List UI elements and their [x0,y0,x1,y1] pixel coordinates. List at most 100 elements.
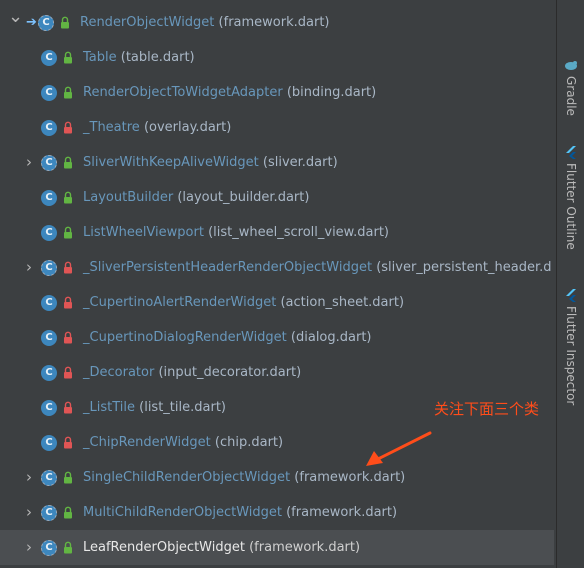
chevron-right-icon[interactable]: › [22,469,36,485]
class-name: SingleChildRenderObjectWidget [83,470,291,485]
class-name: Table [83,50,117,65]
chevron-right-icon[interactable]: › [22,504,36,520]
class-icon: C [41,400,57,416]
chevron-right-icon[interactable]: › [22,539,36,555]
file-name: (list_wheel_scroll_view.dart) [208,225,389,240]
class-name: _Decorator [83,365,155,380]
tree-row-label: _Decorator (input_decorator.dart) [83,364,301,381]
public-lock-icon [63,156,73,169]
right-tool-window-bar: Gradle Flutter Outline Flutter Inspector [556,0,584,568]
file-name: (overlay.dart) [143,120,232,135]
tree-row[interactable]: › C SliverWithKeepAliveWidget (sliver.dart… [0,145,554,180]
file-name: (framework.dart) [286,505,398,520]
flutter-outline-tab-label: Flutter Outline [564,163,578,250]
file-name: (framework.dart) [249,540,361,555]
flutter-outline-tab[interactable]: Flutter Outline [561,145,581,250]
chevron-right-icon[interactable]: › [22,259,36,275]
tree-row[interactable]: C _Theatre (overlay.dart) [0,110,554,145]
tree-row[interactable]: C LayoutBuilder (layout_builder.dart) [0,180,554,215]
class-name: _SliverPersistentHeaderRenderObjectWidge… [83,260,373,275]
public-lock-icon [63,541,73,554]
file-name: (sliver_persistent_header.d [376,260,552,275]
class-name: _ListTile [83,400,135,415]
tree-row[interactable]: C _CupertinoDialogRenderWidget (dialog.da… [0,320,554,355]
tree-row-label: _CupertinoAlertRenderWidget (action_shee… [83,294,404,311]
private-lock-icon [63,296,73,309]
public-lock-icon [63,471,73,484]
class-icon: C [41,190,57,206]
tree-row[interactable]: C RenderObjectToWidgetAdapter (binding.da… [0,75,554,110]
private-lock-icon [63,331,73,344]
tree-row-label: RenderObjectToWidgetAdapter (binding.dar… [83,84,376,101]
tree-row-label: LeafRenderObjectWidget (framework.dart) [83,539,360,556]
class-name: SliverWithKeepAliveWidget [83,155,259,170]
gradle-tab[interactable]: Gradle [561,58,581,116]
file-name: (layout_builder.dart) [177,190,310,205]
class-icon: C [41,225,57,241]
class-name: _CupertinoAlertRenderWidget [83,295,277,310]
tree-row[interactable]: C ListWheelViewport (list_wheel_scroll_vi… [0,215,554,250]
tree-row-label: _SliverPersistentHeaderRenderObjectWidge… [83,259,551,276]
tree-row[interactable]: › C SingleChildRenderObjectWidget (framewo… [0,460,554,495]
class-icon: C [41,50,57,66]
type-hierarchy-tree: ⌄ ➔ C RenderObjectWidget (framework.dart) C T… [0,5,554,565]
tree-row[interactable]: C _Decorator (input_decorator.dart) [0,355,554,390]
class-icon: C [41,295,57,311]
class-icon: C [41,540,57,556]
tree-row[interactable]: › C MultiChildRenderObjectWidget (framewor… [0,495,554,530]
tree-row-label: ListWheelViewport (list_wheel_scroll_vie… [83,224,389,241]
class-icon: C [38,15,54,31]
flutter-inspector-tab[interactable]: Flutter Inspector [561,288,581,405]
tree-row-label: Table (table.dart) [83,49,195,66]
tree-row[interactable]: C _ChipRenderWidget (chip.dart) [0,425,554,460]
class-icon: C [41,435,57,451]
class-name: LeafRenderObjectWidget [83,540,245,555]
tree-row[interactable]: ⌄ ➔ C RenderObjectWidget (framework.dart) [0,5,554,40]
class-name: _ChipRenderWidget [83,435,211,450]
tree-row[interactable]: › C LeafRenderObjectWidget (framework.dart… [0,530,554,565]
file-name: (input_decorator.dart) [158,365,302,380]
class-icon: C [41,470,57,486]
gradle-tab-label: Gradle [564,76,578,116]
file-name: (sliver.dart) [262,155,338,170]
flutter-inspector-tab-label: Flutter Inspector [564,306,578,406]
private-lock-icon [63,401,73,414]
tree-row[interactable]: › C _SliverPersistentHeaderRenderObjectWid… [0,250,554,285]
class-name: LayoutBuilder [83,190,174,205]
chevron-right-icon[interactable]: › [22,154,36,170]
class-icon: C [41,85,57,101]
class-name: RenderObjectToWidgetAdapter [83,85,283,100]
file-name: (table.dart) [120,50,195,65]
gradle-icon [564,58,578,72]
file-name: (list_tile.dart) [139,400,226,415]
class-icon: C [41,330,57,346]
class-icon: C [41,505,57,521]
tree-row[interactable]: C _CupertinoAlertRenderWidget (action_she… [0,285,554,320]
tree-row-label: _Theatre (overlay.dart) [83,119,231,136]
file-name: (binding.dart) [286,85,377,100]
tree-row-label: SingleChildRenderObjectWidget (framework… [83,469,405,486]
file-name: (dialog.dart) [290,330,372,345]
tree-row-label: _ListTile (list_tile.dart) [83,399,226,416]
private-lock-icon [63,261,73,274]
flutter-outline-icon [564,145,578,159]
public-lock-icon [63,86,73,99]
class-icon: C [41,155,57,171]
class-name: ListWheelViewport [83,225,204,240]
public-lock-icon [63,191,73,204]
class-name: _CupertinoDialogRenderWidget [83,330,287,345]
class-name: RenderObjectWidget [80,15,215,30]
private-lock-icon [63,121,73,134]
tree-row-label: MultiChildRenderObjectWidget (framework.… [83,504,397,521]
tree-row-label: RenderObjectWidget (framework.dart) [80,14,330,31]
tree-row-label: LayoutBuilder (layout_builder.dart) [83,189,309,206]
tree-row-label: _CupertinoDialogRenderWidget (dialog.dar… [83,329,372,346]
chevron-down-icon[interactable]: ⌄ [8,8,23,26]
file-name: (chip.dart) [214,435,284,450]
file-name: (action_sheet.dart) [280,295,405,310]
public-lock-icon [63,226,73,239]
public-lock-icon [63,51,73,64]
file-name: (framework.dart) [218,15,330,30]
tree-row[interactable]: C Table (table.dart) [0,40,554,75]
class-name: _Theatre [83,120,140,135]
